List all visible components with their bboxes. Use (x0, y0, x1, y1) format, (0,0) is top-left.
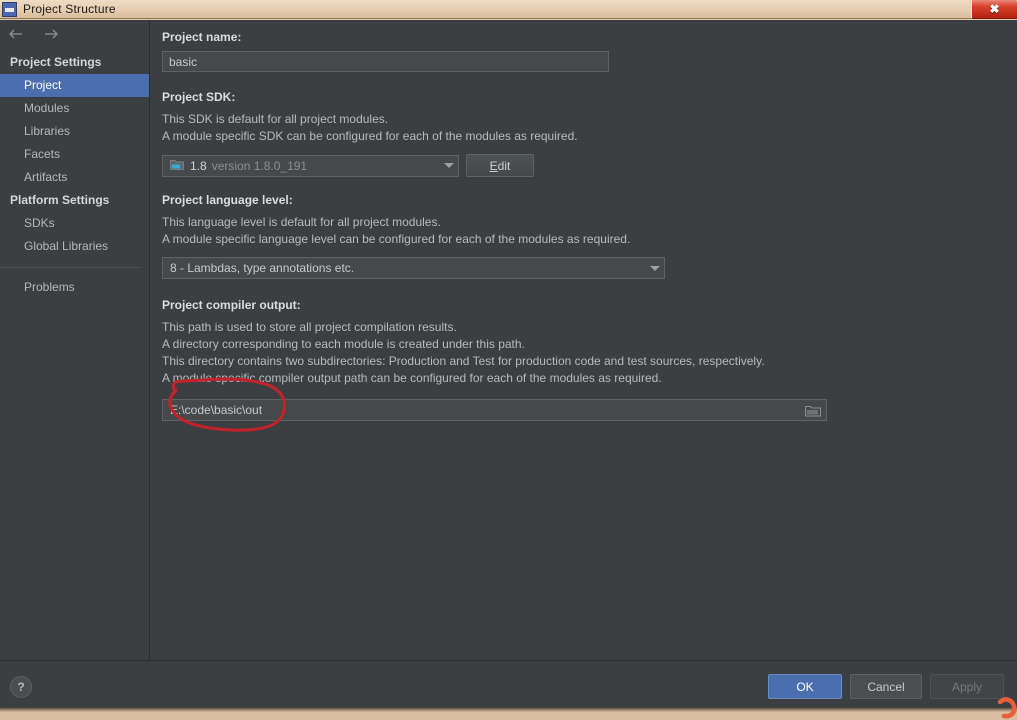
edit-sdk-button[interactable]: Edit (466, 154, 534, 177)
sidebar-item-libraries[interactable]: Libraries (0, 120, 149, 143)
window-title: Project Structure (23, 2, 116, 16)
sidebar-item-problems[interactable]: Problems (0, 276, 149, 299)
sidebar-group-platform-settings: Platform Settings (10, 193, 110, 207)
project-sdk-desc-line2: A module specific SDK can be configured … (162, 129, 578, 143)
navigation-arrows (0, 20, 149, 48)
project-sdk-row: 1.8 version 1.8.0_191 Edit (162, 154, 999, 177)
project-language-level-desc-line2: A module specific language level can be … (162, 232, 631, 246)
project-sdk-dropdown[interactable]: 1.8 version 1.8.0_191 (162, 154, 459, 177)
edit-button-mnemonic: E (489, 158, 498, 173)
project-sdk-desc-line1: This SDK is default for all project modu… (162, 112, 389, 126)
project-language-level-value: 8 - Lambdas, type annotations etc. (170, 261, 355, 275)
project-sdk-section: Project SDK: This SDK is default for all… (162, 90, 999, 177)
project-language-level-row: 8 - Lambdas, type annotations etc. (162, 257, 999, 279)
sidebar-item-global-libraries[interactable]: Global Libraries (0, 235, 149, 258)
intellij-idea-icon (2, 1, 17, 17)
sidebar-item-project[interactable]: Project (0, 74, 149, 97)
project-compiler-output-desc-line2: A directory corresponding to each module… (162, 337, 525, 351)
apply-button[interactable]: Apply (930, 674, 1004, 699)
project-name-section: Project name: basic (162, 30, 999, 72)
close-icon: ✖ (989, 2, 1000, 16)
chevron-down-icon (650, 265, 660, 271)
chevron-down-icon (444, 163, 454, 168)
project-compiler-output-label: Project compiler output: (162, 298, 301, 312)
cancel-button[interactable]: Cancel (850, 674, 922, 699)
project-compiler-output-section: Project compiler output: This path is us… (162, 298, 999, 421)
project-language-level-section: Project language level: This language le… (162, 193, 999, 279)
project-sdk-label: Project SDK: (162, 90, 236, 104)
sidebar-item-modules[interactable]: Modules (0, 97, 149, 120)
project-compiler-output-value: E:\code\basic\out (170, 403, 263, 417)
project-compiler-output-desc-line1: This path is used to store all project c… (162, 320, 457, 334)
project-sdk-version: version 1.8.0_191 (211, 158, 308, 173)
desktop-background: Project Structure ✖ Project Settings Pro… (0, 0, 1017, 720)
project-structure-dialog: Project Settings Project Modules Librari… (0, 20, 1017, 712)
project-compiler-output-desc-line4: A module specific compiler output path c… (162, 371, 662, 385)
arrow-right-icon[interactable] (42, 26, 60, 42)
window-bottom-edge (0, 704, 1017, 712)
java-sdk-folder-icon (170, 158, 184, 173)
settings-sidebar: Project Settings Project Modules Librari… (0, 20, 150, 660)
project-name-input[interactable]: basic (162, 51, 609, 72)
dialog-body: Project Settings Project Modules Librari… (0, 20, 1017, 660)
edit-button-rest: dit (497, 158, 511, 173)
window-titlebar[interactable]: Project Structure ✖ (0, 0, 1017, 19)
project-name-value: basic (169, 54, 198, 69)
project-compiler-output-input[interactable]: E:\code\basic\out (162, 399, 827, 421)
close-button[interactable]: ✖ (971, 0, 1017, 19)
project-name-label: Project name: (162, 30, 242, 44)
project-language-level-label: Project language level: (162, 193, 293, 207)
sidebar-item-sdks[interactable]: SDKs (0, 212, 149, 235)
sidebar-item-facets[interactable]: Facets (0, 143, 149, 166)
project-settings-panel: Project name: basic Project SDK: This SD… (150, 20, 1017, 660)
ok-button[interactable]: OK (768, 674, 842, 699)
project-sdk-name: 1.8 (190, 158, 207, 173)
sidebar-group-project-settings: Project Settings (10, 55, 102, 69)
help-button[interactable]: ? (10, 675, 32, 698)
project-compiler-output-row: E:\code\basic\out (162, 399, 827, 421)
sidebar-item-artifacts[interactable]: Artifacts (0, 166, 149, 189)
sidebar-item-list: Project Settings Project Modules Librari… (0, 48, 149, 299)
project-language-level-desc-line1: This language level is default for all p… (162, 215, 441, 229)
arrow-left-icon[interactable] (7, 26, 25, 42)
help-icon: ? (17, 679, 25, 694)
folder-browse-icon[interactable] (800, 400, 826, 420)
project-compiler-output-desc-line3: This directory contains two subdirectori… (162, 354, 765, 368)
sidebar-divider (0, 267, 141, 268)
project-language-level-dropdown[interactable]: 8 - Lambdas, type annotations etc. (162, 257, 665, 279)
